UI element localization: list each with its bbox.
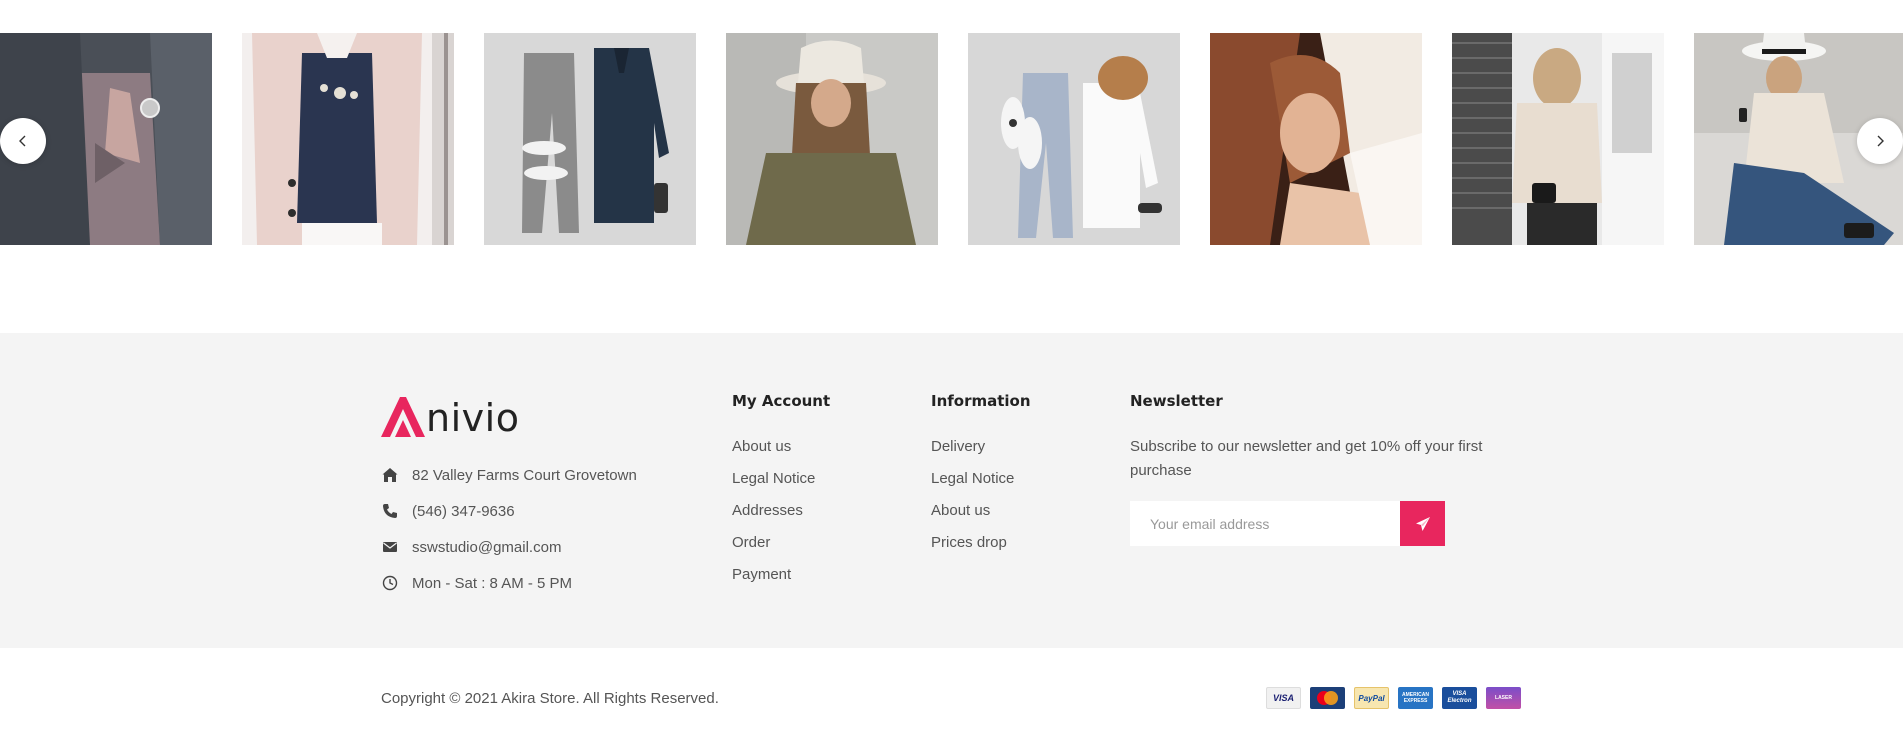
pants-shirt-flatlay-photo (484, 33, 696, 245)
gallery-photo[interactable] (242, 33, 454, 245)
contact-info: 82 Valley Farms Court Grovetown (546) 34… (381, 457, 637, 601)
photo-carousel (0, 0, 1903, 333)
phone-text[interactable]: (546) 347-9636 (412, 503, 515, 520)
newsletter-title: Newsletter (1130, 392, 1223, 410)
paypal-icon: PayPal (1354, 687, 1389, 709)
information-title: Information (931, 392, 1031, 410)
newsletter-email-input[interactable] (1130, 501, 1400, 546)
hours-text: Mon - Sat : 8 AM - 5 PM (412, 574, 573, 592)
my-account-links: About us Legal Notice Addresses Order Pa… (732, 438, 830, 598)
mastercard-icon (1310, 687, 1345, 709)
footer-link-order[interactable]: Order (732, 534, 830, 566)
footer-link-prices-drop[interactable]: Prices drop (931, 534, 1031, 566)
footer-link-payment[interactable]: Payment (732, 566, 830, 598)
envelope-icon (381, 538, 399, 556)
chevron-right-icon (1877, 135, 1884, 147)
newsletter-column: Newsletter Subscribe to our newsletter a… (1130, 392, 1510, 546)
carousel-next-button[interactable] (1857, 118, 1903, 164)
clock-icon (381, 574, 399, 592)
footer-link-addresses[interactable]: Addresses (732, 502, 830, 534)
address-text: 82 Valley Farms Court Grovetown (412, 466, 637, 484)
contact-email: sswstudio@gmail.com (381, 529, 637, 565)
footer-link-legal-notice[interactable]: Legal Notice (732, 470, 830, 502)
laser-icon: LASER (1486, 687, 1521, 709)
brand-name: nivio (426, 396, 520, 440)
american-express-icon: AMERICAN EXPRESS (1398, 687, 1433, 709)
newsletter-form (1130, 501, 1510, 546)
logo-a-mark-icon (381, 397, 425, 437)
gallery-photo[interactable] (726, 33, 938, 245)
hat-woman-olive-shirt-photo (726, 33, 938, 245)
information-column: Information Delivery Legal Notice About … (931, 392, 1031, 566)
footer-link-legal-notice[interactable]: Legal Notice (931, 470, 1031, 502)
home-icon (381, 466, 399, 484)
pink-coat-model-photo (242, 33, 454, 245)
payment-methods: VISA PayPal AMERICAN EXPRESS VISA Electr… (1266, 687, 1521, 709)
carousel-prev-button[interactable] (0, 118, 46, 164)
gallery-photo[interactable] (1452, 33, 1664, 245)
newsletter-submit-button[interactable] (1400, 501, 1445, 546)
gallery-photo[interactable] (968, 33, 1180, 245)
my-account-title: My Account (732, 392, 831, 410)
information-links: Delivery Legal Notice About us Prices dr… (931, 438, 1031, 566)
my-account-column: My Account About us Legal Notice Address… (732, 392, 830, 598)
visa-icon: VISA (1266, 687, 1301, 709)
paper-plane-icon (1415, 516, 1430, 531)
footer-link-about-us[interactable]: About us (732, 438, 830, 470)
jeans-shirt-cap-flatlay-photo (968, 33, 1180, 245)
brand-logo[interactable]: nivio (381, 393, 519, 437)
copyright-text: Copyright © 2021 Akira Store. All Rights… (381, 690, 719, 707)
site-footer: nivio 82 Valley Farms Court Grovetown (5… (0, 333, 1903, 648)
contact-address: 82 Valley Farms Court Grovetown (381, 457, 637, 493)
footer-link-delivery[interactable]: Delivery (931, 438, 1031, 470)
woman-beige-sweater-street-photo (1452, 33, 1664, 245)
carousel-track (0, 33, 1903, 245)
visa-electron-icon: VISA Electron (1442, 687, 1477, 709)
footer-bottom-bar: Copyright © 2021 Akira Store. All Rights… (0, 648, 1903, 747)
contact-phone: (546) 347-9636 (381, 493, 637, 529)
chevron-left-icon (19, 135, 26, 147)
phone-icon (381, 502, 399, 520)
contact-hours: Mon - Sat : 8 AM - 5 PM (381, 565, 637, 601)
footer-link-about-us[interactable]: About us (931, 502, 1031, 534)
email-text[interactable]: sswstudio@gmail.com (412, 539, 561, 556)
gallery-photo[interactable] (484, 33, 696, 245)
newsletter-description: Subscribe to our newsletter and get 10% … (1130, 438, 1483, 479)
gallery-photo[interactable] (1210, 33, 1422, 245)
woman-fur-portrait-photo (1210, 33, 1422, 245)
